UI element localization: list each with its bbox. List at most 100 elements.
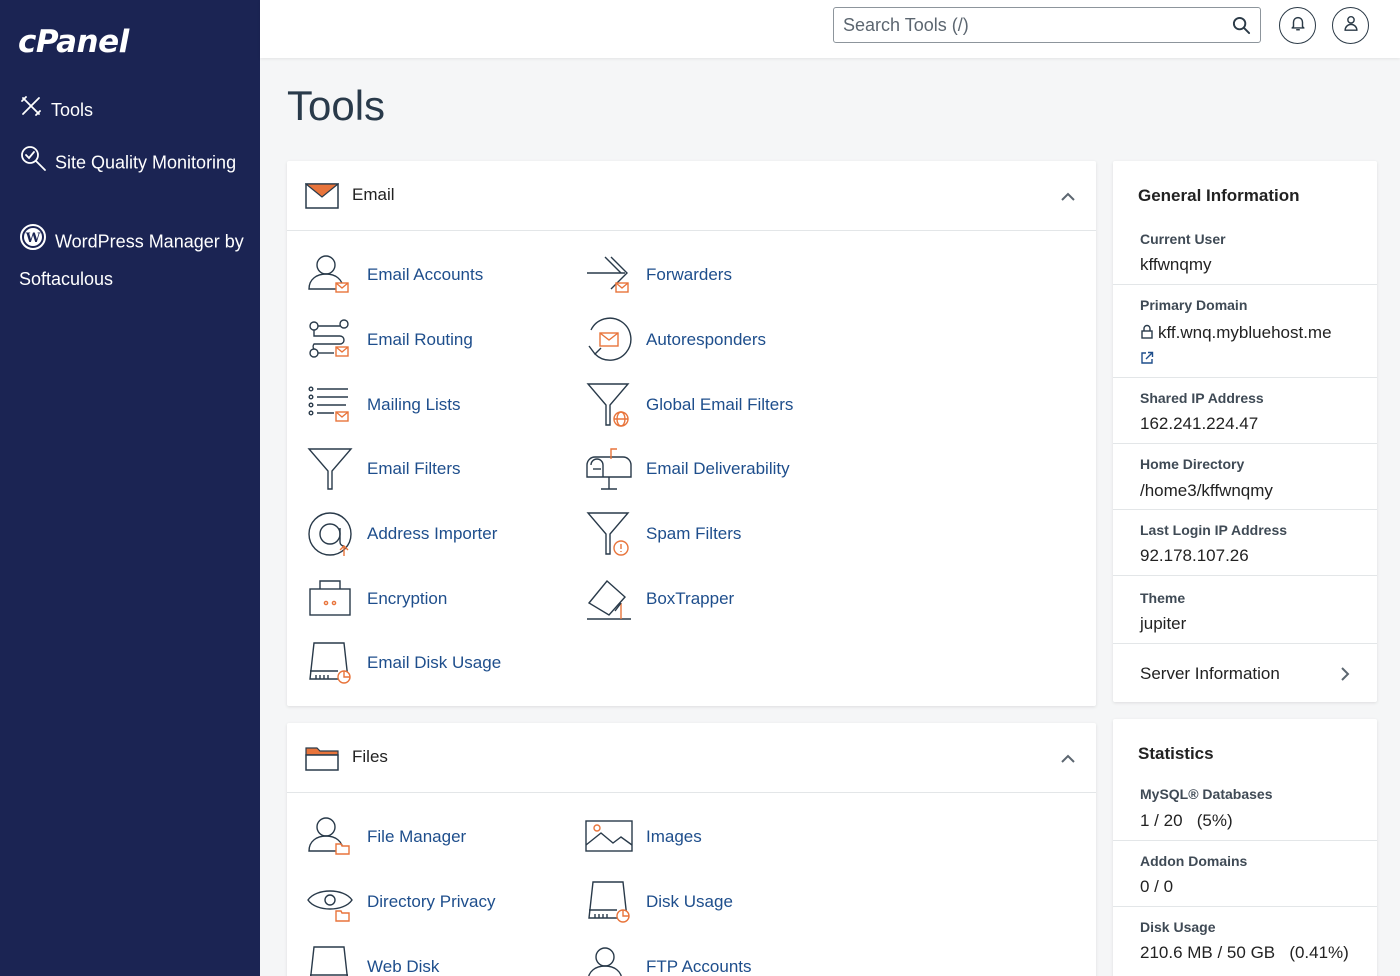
stat-value: 0 / 0 [1140, 877, 1174, 896]
autoresponders-tool[interactable]: Autoresponders [585, 316, 766, 364]
tool-label: Disk Usage [646, 892, 733, 911]
directory-privacy-tool[interactable]: Directory Privacy [306, 878, 495, 926]
tool-label: Email Routing [367, 330, 473, 349]
disk-usage-icon [585, 878, 633, 926]
email-deliverability-icon [585, 445, 633, 493]
sidebar-item-tools[interactable]: Tools [19, 93, 93, 129]
tool-label: Autoresponders [646, 330, 767, 349]
forwarders-tool[interactable]: Forwarders [585, 251, 732, 299]
cpanel-logo[interactable]: cPanel [18, 24, 129, 60]
forwarders-icon [585, 251, 633, 299]
server-information-link[interactable]: Server Information [1113, 643, 1377, 702]
last-login-row: Last Login IP Address 92.178.107.26 [1113, 509, 1377, 576]
web-disk-tool[interactable]: Web Disk [306, 943, 439, 976]
search-box [833, 7, 1261, 43]
info-label: Current User [1140, 231, 1226, 247]
tool-label: FTP Accounts [646, 957, 752, 976]
chevron-up-icon[interactable] [1060, 751, 1076, 769]
panel-title: General Information [1138, 186, 1300, 205]
global-email-filters-tool[interactable]: Global Email Filters [585, 381, 793, 429]
sidebar: cPanel Tools Site Quality Monitoring W W… [0, 0, 260, 976]
email-section-header[interactable]: Email [287, 161, 1096, 231]
sidebar-item-label: WordPress Manager by Softaculous [19, 231, 244, 289]
email-accounts-icon [306, 251, 354, 299]
email-routing-tool[interactable]: Email Routing [306, 316, 473, 364]
primary-domain-link[interactable]: kff.wnq.mybluehost.me [1140, 323, 1332, 344]
spam-filters-icon [585, 510, 633, 558]
info-label: Primary Domain [1140, 297, 1248, 313]
tool-label: Directory Privacy [367, 892, 496, 911]
sidebar-item-wordpress[interactable]: W WordPress Manager by Softaculous [19, 223, 254, 296]
email-filters-tool[interactable]: Email Filters [306, 445, 461, 493]
general-information-panel: General Information Current User kffwnqm… [1113, 161, 1377, 702]
tool-label: Images [646, 827, 702, 846]
tool-label: Email Accounts [367, 265, 484, 284]
page-title: Tools [287, 82, 386, 129]
tool-label: Encryption [367, 589, 448, 608]
mysql-databases-row: MySQL® Databases 1 / 20 (5%) [1113, 775, 1377, 841]
email-disk-usage-tool[interactable]: Email Disk Usage [306, 639, 501, 687]
images-tool[interactable]: Images [585, 813, 702, 861]
files-section-header[interactable]: Files [287, 723, 1096, 793]
user-menu-button[interactable] [1332, 7, 1369, 44]
home-directory-row: Home Directory /home3/kffwnqmy [1113, 443, 1377, 510]
email-accounts-tool[interactable]: Email Accounts [306, 251, 483, 299]
mailing-lists-icon [306, 381, 354, 429]
chevron-up-icon[interactable] [1060, 189, 1076, 207]
tool-label: Forwarders [646, 265, 732, 284]
user-icon [1342, 14, 1360, 37]
files-section: Files File Manager Directory Privacy Web… [287, 723, 1096, 976]
email-deliverability-tool[interactable]: Email Deliverability [585, 445, 790, 493]
address-importer-icon [306, 510, 354, 558]
tool-label: Address Importer [367, 524, 498, 543]
email-disk-usage-icon [306, 639, 354, 687]
tool-label: Global Email Filters [646, 395, 794, 414]
domain-text: kff.wnq.mybluehost.me [1158, 323, 1332, 342]
boxtrapper-icon [585, 575, 633, 623]
stat-label: MySQL® Databases [1140, 786, 1273, 802]
autoresponders-icon [585, 316, 633, 364]
envelope-icon [304, 183, 340, 214]
bell-icon [1289, 14, 1307, 37]
global-email-filters-icon [585, 381, 633, 429]
mailing-lists-tool[interactable]: Mailing Lists [306, 381, 461, 429]
info-value: /home3/kffwnqmy [1140, 481, 1273, 500]
tool-label: File Manager [367, 827, 467, 846]
tool-label: BoxTrapper [646, 589, 735, 608]
section-title: Email [352, 185, 395, 204]
spam-filters-tool[interactable]: Spam Filters [585, 510, 741, 558]
addon-domains-row: Addon Domains 0 / 0 [1113, 840, 1377, 906]
ftp-accounts-icon [585, 943, 633, 976]
statistics-panel: Statistics MySQL® Databases 1 / 20 (5%) … [1113, 719, 1377, 976]
info-label: Last Login IP Address [1140, 522, 1288, 538]
server-information-label: Server Information [1140, 664, 1280, 683]
theme-row: Theme jupiter [1113, 575, 1377, 643]
email-filters-icon [306, 445, 354, 493]
info-value: 92.178.107.26 [1140, 546, 1249, 565]
external-link-icon[interactable] [1140, 351, 1154, 370]
file-manager-tool[interactable]: File Manager [306, 813, 466, 861]
tool-label: Email Filters [367, 459, 461, 478]
encryption-icon [306, 575, 354, 623]
notifications-button[interactable] [1279, 7, 1316, 44]
info-label: Shared IP Address [1140, 390, 1264, 406]
disk-usage-row: Disk Usage 210.6 MB / 50 GB (0.41%) [1113, 906, 1377, 972]
images-icon [585, 813, 633, 861]
email-routing-icon [306, 316, 354, 364]
tools-icon [19, 94, 43, 129]
disk-usage-tool[interactable]: Disk Usage [585, 878, 733, 926]
search-icon[interactable] [1232, 16, 1251, 40]
boxtrapper-tool[interactable]: BoxTrapper [585, 575, 734, 623]
search-input[interactable] [834, 8, 1214, 42]
folder-icon [305, 745, 339, 776]
web-disk-icon [306, 943, 354, 976]
stat-label: Addon Domains [1140, 853, 1248, 869]
ftp-accounts-tool[interactable]: FTP Accounts [585, 943, 752, 976]
encryption-tool[interactable]: Encryption [306, 575, 447, 623]
address-importer-tool[interactable]: Address Importer [306, 510, 497, 558]
current-user-row: Current User kffwnqmy [1113, 219, 1377, 285]
section-title: Files [352, 747, 388, 766]
info-label: Home Directory [1140, 456, 1245, 472]
sidebar-item-site-quality[interactable]: Site Quality Monitoring [19, 144, 249, 183]
file-manager-icon [306, 813, 354, 861]
